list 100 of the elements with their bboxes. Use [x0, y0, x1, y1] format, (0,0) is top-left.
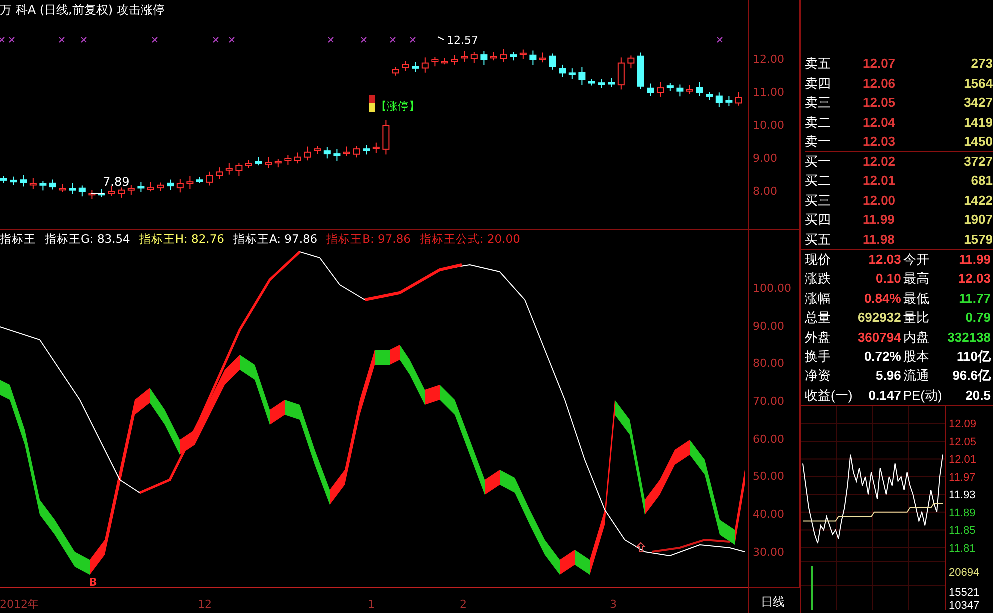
axis-tick-label: 10347 — [949, 600, 980, 610]
stat-label: 最低 — [903, 290, 930, 308]
order-label: 买二 — [805, 172, 832, 190]
legend-item: 指标王公式: 20.00 — [420, 231, 520, 248]
order-volume: 1907 — [963, 211, 993, 229]
candlestick — [304, 146, 312, 162]
axis-tick-label: 60.00 — [752, 432, 786, 448]
candlestick — [108, 186, 116, 196]
order-label: 买四 — [805, 211, 832, 229]
candlestick — [176, 178, 184, 194]
candlestick — [284, 154, 292, 166]
stat-value: 12.03 — [868, 251, 902, 269]
price-label: 7.89 — [103, 175, 130, 189]
stat-label: 外盘 — [805, 328, 832, 347]
candlestick — [480, 50, 488, 66]
candlestick — [588, 78, 596, 86]
candlestick — [666, 82, 674, 92]
candlestick — [30, 178, 37, 190]
candlestick — [206, 171, 214, 186]
date-label: 2012年 — [0, 598, 39, 611]
axis-tick-label: 80.00 — [752, 356, 786, 372]
axis-tick-label: 8.00 — [752, 184, 778, 200]
candlestick — [324, 146, 331, 160]
order-label: 卖三 — [805, 94, 832, 112]
axis-tick-label: 40.00 — [752, 507, 786, 524]
order-volume: 273 — [970, 55, 993, 73]
stat-value: 360794 — [856, 328, 902, 347]
stat-value: 0.84% — [863, 290, 902, 308]
stat-label: 换手 — [805, 348, 832, 366]
stat-value: 692932 — [856, 309, 902, 328]
order-label: 买三 — [805, 192, 832, 210]
stat-label: 量比 — [903, 309, 930, 328]
candlestick — [706, 92, 714, 101]
axis-tick-label: 10.00 — [752, 118, 786, 134]
candlestick — [138, 182, 145, 193]
candlestick — [20, 175, 28, 188]
candlestick — [216, 167, 224, 180]
candlestick — [726, 96, 733, 108]
chart-title: 万 科A (日线,前复权) 攻击涨停 — [0, 2, 166, 19]
stat-label: 收益(一) — [805, 386, 853, 405]
candlestick — [657, 82, 664, 98]
candlestick — [412, 62, 420, 73]
candlestick — [549, 53, 556, 70]
candlestick — [500, 48, 508, 62]
legend-item: 指标王B: 97.86 — [326, 231, 411, 248]
candlestick — [40, 180, 47, 192]
stat-value: 96.6亿 — [952, 367, 991, 386]
stat-value: 20.5 — [964, 386, 991, 405]
candlestick — [647, 83, 654, 97]
axis-tick-label: 12.01 — [949, 454, 977, 466]
candlestick — [461, 50, 468, 62]
order-price: 12.04 — [862, 114, 897, 132]
candlestick — [490, 52, 498, 62]
order-label: 买五 — [805, 230, 832, 248]
candlestick — [314, 146, 322, 155]
candlestick — [294, 152, 302, 164]
candlestick — [78, 185, 86, 198]
order-price: 12.06 — [862, 74, 897, 92]
stat-label: PE(动) — [903, 386, 942, 405]
order-label: 卖一 — [805, 132, 849, 152]
stat-value: 0.79 — [964, 309, 991, 328]
candlestick — [50, 179, 56, 190]
candlestick — [363, 144, 370, 156]
stat-value: 12.03 — [957, 270, 991, 288]
candlestick — [59, 184, 66, 193]
candlestick — [334, 148, 341, 162]
candlestick — [598, 78, 606, 89]
candlestick — [628, 55, 635, 70]
order-price: 12.07 — [862, 55, 897, 73]
candlestick — [432, 56, 439, 68]
stat-label: 内盘 — [903, 328, 930, 347]
axis-tick-label: 11.89 — [949, 508, 976, 520]
candlestick — [226, 162, 233, 176]
stat-value: 332138 — [946, 328, 991, 347]
axis-tick-label: 30.00 — [752, 544, 786, 561]
candlestick — [608, 78, 616, 88]
order-volume: 3727 — [963, 152, 993, 170]
legend-item: 指标王H: 82.76 — [139, 231, 224, 248]
axis-tick-label: 15521 — [949, 587, 980, 600]
candlestick — [196, 176, 204, 184]
order-label: 卖四 — [805, 74, 832, 92]
candlestick — [148, 182, 154, 192]
axis-tick-label: 9.00 — [752, 151, 778, 167]
stat-label: 涨跌 — [805, 270, 832, 288]
candlestick — [265, 156, 272, 169]
order-price: 12.00 — [862, 192, 897, 210]
limit-up-tag: 【涨停】 — [376, 100, 420, 113]
stat-value: 11.99 — [958, 251, 991, 269]
order-label: 买一 — [805, 152, 832, 170]
axis-tick-label: 11.00 — [752, 85, 786, 101]
stat-label: 最高 — [903, 270, 930, 288]
candlestick — [274, 158, 282, 168]
candlestick — [451, 54, 458, 66]
candlestick — [442, 58, 448, 66]
candlestick — [736, 92, 742, 106]
date-label: 3 — [610, 598, 617, 611]
candlestick — [69, 182, 76, 195]
stat-label: 股本 — [903, 348, 930, 366]
stat-label: 流通 — [903, 367, 930, 386]
up-arrow-icon — [636, 542, 646, 552]
